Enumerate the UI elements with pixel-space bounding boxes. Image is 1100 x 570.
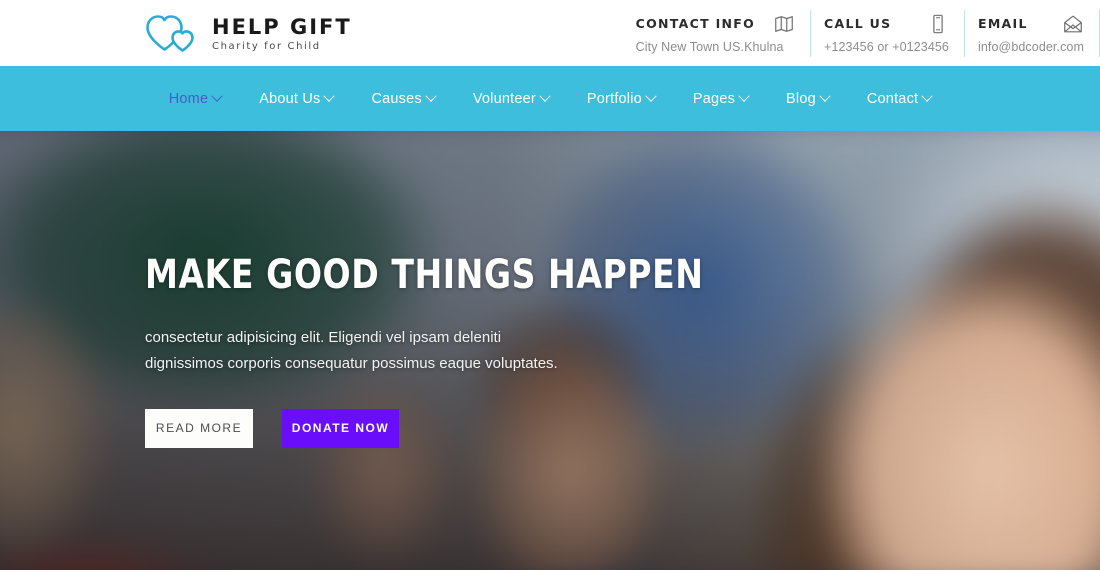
site-header: HELP GIFT Charity for Child CONTACT INFO… [0,0,1100,66]
hero-description: consectetur adipisicing elit. Eligendi v… [145,329,558,372]
chevron-down-icon [323,90,336,102]
logo-tagline: Charity for Child [212,40,321,52]
call-us-row: CALL US [824,13,949,35]
email-label: EMAIL [977,16,1028,31]
chevron-down-icon [819,90,831,102]
hero-button-group: READ MORE DONATE NOW [145,408,765,448]
nav-item-home-label: Home [168,90,209,107]
hero-content: MAKE GOOD THINGS HAPPEN consectetur adip… [145,131,765,570]
contact-block-phone[interactable]: CALL US +123456 or +0123456 [811,9,965,57]
map-icon [773,13,795,35]
contact-info-label: CONTACT INFO [635,16,756,31]
nav-item-portfolio[interactable]: Portfolio [568,90,674,107]
call-us-value: +123456 or +0123456 [824,39,949,54]
email-row: EMAIL [978,13,1084,35]
hero-title: MAKE GOOD THINGS HAPPEN [145,252,704,299]
donate-now-button[interactable]: DONATE NOW [282,408,399,448]
chevron-down-icon [539,90,551,102]
contact-block-info[interactable]: CONTACT INFO City New Town US.Khulna [623,9,812,57]
email-value: info@bdcoder.com [977,39,1084,54]
nav-item-volunteer[interactable]: Volunteer [454,90,568,107]
read-more-button[interactable]: READ MORE [145,408,253,448]
nav-list: Home About Us Causes Volunteer Portfolio… [150,90,951,107]
chevron-down-icon [738,90,750,102]
envelope-icon [1062,13,1084,35]
logo-text-block: HELP GIFT Charity for Child [212,15,352,52]
chevron-down-icon [921,90,933,102]
nav-item-pages[interactable]: Pages [674,90,767,107]
nav-item-pages-label: Pages [692,90,736,107]
two-hearts-icon [143,11,201,55]
contact-block-email[interactable]: EMAIL info@bdcoder.com [965,9,1100,57]
header-contact-group: CONTACT INFO City New Town US.Khulna CAL… [623,0,1100,66]
chevron-down-icon [645,90,657,102]
logo-title: HELP GIFT [212,14,352,39]
nav-item-contact-label: Contact [866,90,919,107]
nav-item-blog[interactable]: Blog [767,90,848,107]
site-logo[interactable]: HELP GIFT Charity for Child [143,11,352,55]
nav-item-about-us[interactable]: About Us [240,90,352,107]
nav-item-causes[interactable]: Causes [352,90,453,107]
mobile-phone-icon [927,13,949,35]
nav-item-contact[interactable]: Contact [848,90,950,107]
nav-item-home[interactable]: Home [150,90,240,107]
nav-item-volunteer-label: Volunteer [472,90,536,107]
main-navigation: Home About Us Causes Volunteer Portfolio… [0,66,1100,131]
call-us-label: CALL US [824,16,892,31]
hero-banner: MAKE GOOD THINGS HAPPEN consectetur adip… [0,131,1100,570]
nav-item-portfolio-label: Portfolio [586,90,642,107]
chevron-down-icon [425,90,437,102]
contact-info-value: City New Town US.Khulna [635,39,784,54]
nav-item-about-us-label: About Us [259,90,321,107]
nav-item-causes-label: Causes [371,90,422,107]
contact-info-row: CONTACT INFO [636,13,795,35]
chevron-down-icon [211,90,223,102]
nav-item-blog-label: Blog [786,90,816,107]
